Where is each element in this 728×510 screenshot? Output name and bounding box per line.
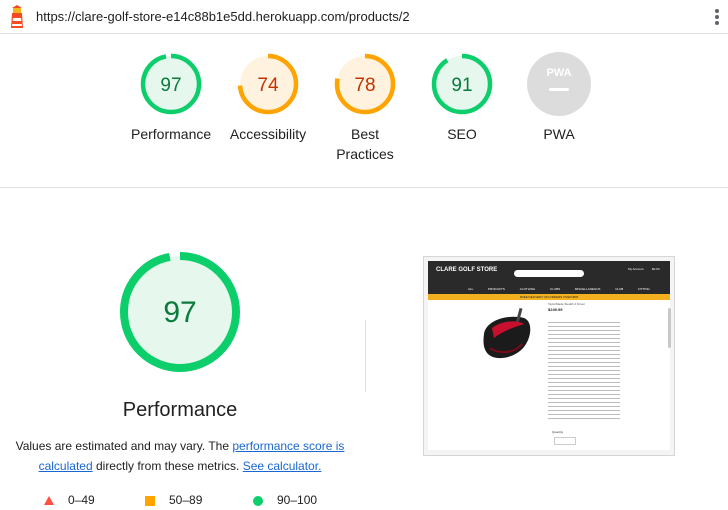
- report-header: https://clare-golf-store-e14c88b1e5dd.he…: [0, 0, 728, 34]
- preview-account: My Account: [628, 267, 644, 271]
- preview-price: $249.99: [548, 307, 563, 312]
- note-text-1: Values are estimated and may vary. The: [15, 439, 233, 453]
- preview-bag: $0.00: [652, 267, 660, 271]
- category-best-practices[interactable]: 78 Best Practices: [315, 52, 415, 164]
- preview-page: TaylorMade Stealth 2 Driver $249.99 Quan…: [428, 300, 671, 450]
- score-gauge: 97: [140, 53, 202, 115]
- gauge-score: 97: [160, 75, 181, 96]
- more-options-icon[interactable]: [714, 7, 720, 27]
- pwa-badge-text: PWA: [546, 67, 571, 79]
- preview-navbar: CLARE GOLF STORE My Account $0.00 ALL PR…: [428, 261, 670, 294]
- triangle-icon: [44, 496, 54, 506]
- category-label: Accessibility: [229, 126, 307, 142]
- score-gauge: 91: [431, 53, 493, 115]
- metrics-note: Values are estimated and may vary. The p…: [10, 436, 350, 476]
- pwa-badge-icon: PWA: [527, 52, 591, 116]
- category-seo[interactable]: 91 SEO: [412, 52, 512, 144]
- lighthouse-icon: [11, 5, 23, 28]
- legend-average-label: 50–89: [169, 493, 203, 507]
- gauge-score: 78: [354, 75, 375, 96]
- category-label: PWA: [543, 126, 575, 142]
- note-text-2: directly from these metrics.: [92, 459, 243, 473]
- gauge-score: 91: [451, 75, 472, 96]
- preview-quantity-box: [554, 437, 576, 445]
- score-gauge: 78: [334, 53, 396, 115]
- category-performance[interactable]: 97 Performance: [121, 52, 221, 144]
- category-accessibility[interactable]: 74 Accessibility: [218, 52, 318, 144]
- circle-icon: [253, 495, 263, 506]
- preview-description: [548, 322, 620, 422]
- see-calculator-link[interactable]: See calculator.: [243, 459, 322, 473]
- legend-pass-label: 90–100: [277, 493, 318, 507]
- square-icon: [145, 495, 155, 506]
- gauge-score: 97: [163, 296, 196, 329]
- legend-fail: 0–49: [44, 493, 95, 507]
- performance-title: Performance: [122, 399, 238, 421]
- golf-driver-image: [474, 304, 538, 372]
- legend-fail-label: 0–49: [68, 493, 95, 507]
- legend-average: 50–89: [145, 493, 202, 507]
- score-gauge: 74: [237, 53, 299, 115]
- category-pwa[interactable]: PWA PWA: [509, 52, 609, 144]
- preview-quantity-label: Quantity: [552, 430, 564, 434]
- category-label: Performance: [131, 126, 212, 142]
- section-divider: [0, 187, 728, 188]
- vertical-divider: [365, 320, 366, 392]
- legend-pass: 90–100: [253, 493, 317, 507]
- category-label: SEO: [447, 126, 477, 142]
- preview-menu: ALL PRODUCTS CLOTHING CLUBS MISCELLANEOU…: [468, 287, 650, 291]
- category-label: Best Practices: [336, 126, 394, 162]
- gauge-score: 74: [257, 75, 279, 96]
- preview-brand: CLARE GOLF STORE: [436, 267, 498, 273]
- performance-gauge-large: 97: [120, 252, 240, 372]
- preview-product-title: TaylorMade Stealth 2 Driver: [548, 302, 586, 306]
- page-screenshot-thumbnail[interactable]: CLARE GOLF STORE My Account $0.00 ALL PR…: [423, 256, 675, 456]
- report-url[interactable]: https://clare-golf-store-e14c88b1e5dd.he…: [36, 9, 410, 24]
- preview-scrollbar: [668, 308, 671, 348]
- preview-search-input: [514, 270, 584, 277]
